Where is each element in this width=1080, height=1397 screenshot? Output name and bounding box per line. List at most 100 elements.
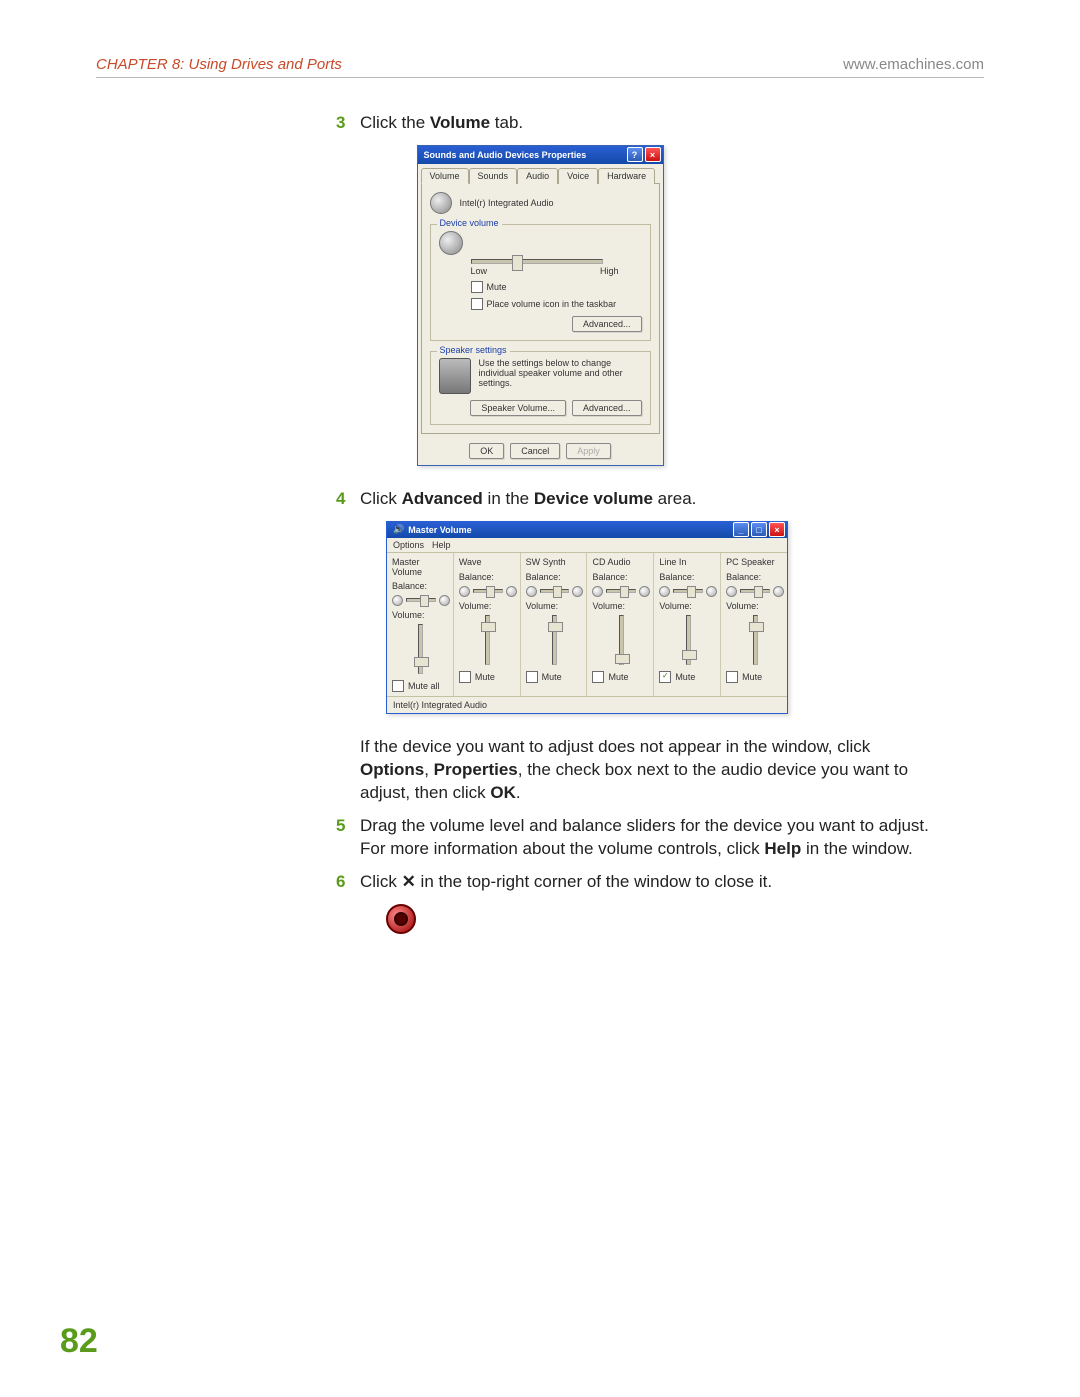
channel-name: Master Volume (392, 557, 450, 577)
balance-slider[interactable] (406, 598, 436, 602)
speaker-right-icon (506, 586, 517, 597)
note-pre: If the device you want to adjust does no… (360, 737, 870, 756)
volume-icon-large (439, 231, 463, 255)
speaker-left-icon (392, 595, 403, 606)
speaker-volume-button[interactable]: Speaker Volume... (470, 400, 566, 416)
step-6-text: Click ✕ in the top-right corner of the w… (360, 871, 772, 894)
speaker-right-icon (706, 586, 717, 597)
step-number-4: 4 (336, 488, 350, 511)
help-icon[interactable]: ? (627, 147, 643, 162)
dialog2-title: Master Volume (408, 525, 471, 535)
note-post: . (516, 783, 521, 802)
step-5-b1: Help (764, 839, 801, 858)
volume-slider[interactable] (552, 615, 557, 665)
page-number: 82 (60, 1322, 98, 1361)
volume-slider[interactable] (485, 615, 490, 665)
mixer-column: CD Audio Balance: Volume: Mute (587, 553, 654, 696)
volume-label: Volume: (526, 601, 584, 611)
close-icon-2[interactable]: × (769, 522, 785, 537)
step-4-post: area. (653, 489, 696, 508)
step-6-sym: ✕ (402, 872, 416, 891)
mute-label: Mute all (408, 681, 440, 691)
tab-audio[interactable]: Audio (517, 168, 558, 184)
taskbar-icon-checkbox[interactable]: Place volume icon in the taskbar (471, 298, 642, 310)
cancel-button[interactable]: Cancel (510, 443, 560, 459)
speaker-advanced-button[interactable]: Advanced... (572, 400, 642, 416)
volume-slider[interactable] (418, 624, 423, 674)
balance-label: Balance: (592, 572, 650, 582)
step-5-post: in the window. (801, 839, 913, 858)
mute-checkbox[interactable]: Mute (726, 671, 784, 683)
balance-slider[interactable] (540, 589, 570, 593)
master-volume-dialog: 🔊 Master Volume × Options Help Master Vo… (386, 521, 788, 714)
end-of-section-icon (386, 904, 416, 934)
apply-button[interactable]: Apply (566, 443, 611, 459)
device-name: Intel(r) Integrated Audio (460, 198, 554, 208)
mixer-column: Wave Balance: Volume: Mute (454, 553, 521, 696)
tab-hardware[interactable]: Hardware (598, 168, 655, 184)
header-rule (96, 77, 984, 78)
app-icon: 🔊 (393, 524, 404, 535)
note-b1: Options (360, 760, 424, 779)
step-note-text: If the device you want to adjust does no… (360, 736, 936, 805)
balance-label: Balance: (726, 572, 784, 582)
close-icon[interactable]: × (645, 147, 661, 162)
mute-checkbox[interactable]: Mute (592, 671, 650, 683)
volume-slider[interactable] (753, 615, 758, 665)
slider-high-label: High (600, 266, 619, 276)
channel-name: Wave (459, 557, 517, 568)
step-number-5: 5 (336, 815, 350, 838)
step-4-b1: Advanced (402, 489, 483, 508)
volume-slider[interactable] (686, 615, 691, 665)
speaker-left-icon (459, 586, 470, 597)
taskbar-icon-label: Place volume icon in the taskbar (487, 299, 617, 309)
mute-checkbox[interactable]: Mute all (392, 680, 450, 692)
mute-checkbox[interactable]: Mute (471, 281, 642, 293)
ok-button[interactable]: OK (469, 443, 504, 459)
step-4-mid: in the (483, 489, 534, 508)
volume-label: Volume: (392, 610, 450, 620)
minimize-icon[interactable] (733, 522, 749, 537)
volume-label: Volume: (592, 601, 650, 611)
page-url: www.emachines.com (843, 56, 984, 73)
tab-volume[interactable]: Volume (421, 168, 469, 184)
speaker-right-icon (572, 586, 583, 597)
mute-label: Mute (608, 672, 628, 682)
step-3-text: Click the Volume tab. (360, 112, 523, 135)
mute-checkbox[interactable]: Mute (659, 671, 717, 683)
menu-help[interactable]: Help (432, 540, 451, 550)
device-advanced-button[interactable]: Advanced... (572, 316, 642, 332)
tab-sounds[interactable]: Sounds (469, 168, 518, 184)
note-c1: , (424, 760, 433, 779)
sounds-properties-dialog: Sounds and Audio Devices Properties ? × … (417, 145, 664, 466)
chapter-label: CHAPTER 8: Using Drives and Ports (96, 56, 342, 73)
mute-label: Mute (542, 672, 562, 682)
device-volume-slider[interactable] (471, 259, 603, 264)
mixer-column: SW Synth Balance: Volume: Mute (521, 553, 588, 696)
step-3-bold: Volume (430, 113, 490, 132)
step-4-b2: Device volume (534, 489, 653, 508)
speaker-left-icon (592, 586, 603, 597)
step-number-3: 3 (336, 112, 350, 135)
balance-slider[interactable] (673, 589, 703, 593)
volume-label: Volume: (459, 601, 517, 611)
balance-slider[interactable] (473, 589, 503, 593)
balance-slider[interactable] (740, 589, 770, 593)
note-b3: OK (490, 783, 516, 802)
tab-voice[interactable]: Voice (558, 168, 598, 184)
device-volume-legend: Device volume (437, 218, 502, 228)
volume-slider[interactable] (619, 615, 624, 665)
mute-checkbox[interactable]: Mute (459, 671, 517, 683)
balance-slider[interactable] (606, 589, 636, 593)
speaker-left-icon (526, 586, 537, 597)
step-5-text: Drag the volume level and balance slider… (360, 815, 936, 861)
balance-label: Balance: (659, 572, 717, 582)
mixer-column: Line In Balance: Volume: Mute (654, 553, 721, 696)
menu-options[interactable]: Options (393, 540, 424, 550)
step-4-pre: Click (360, 489, 402, 508)
mute-checkbox[interactable]: Mute (526, 671, 584, 683)
channel-name: CD Audio (592, 557, 650, 568)
speaker-right-icon (439, 595, 450, 606)
channel-name: PC Speaker (726, 557, 784, 568)
maximize-icon[interactable] (751, 522, 767, 537)
